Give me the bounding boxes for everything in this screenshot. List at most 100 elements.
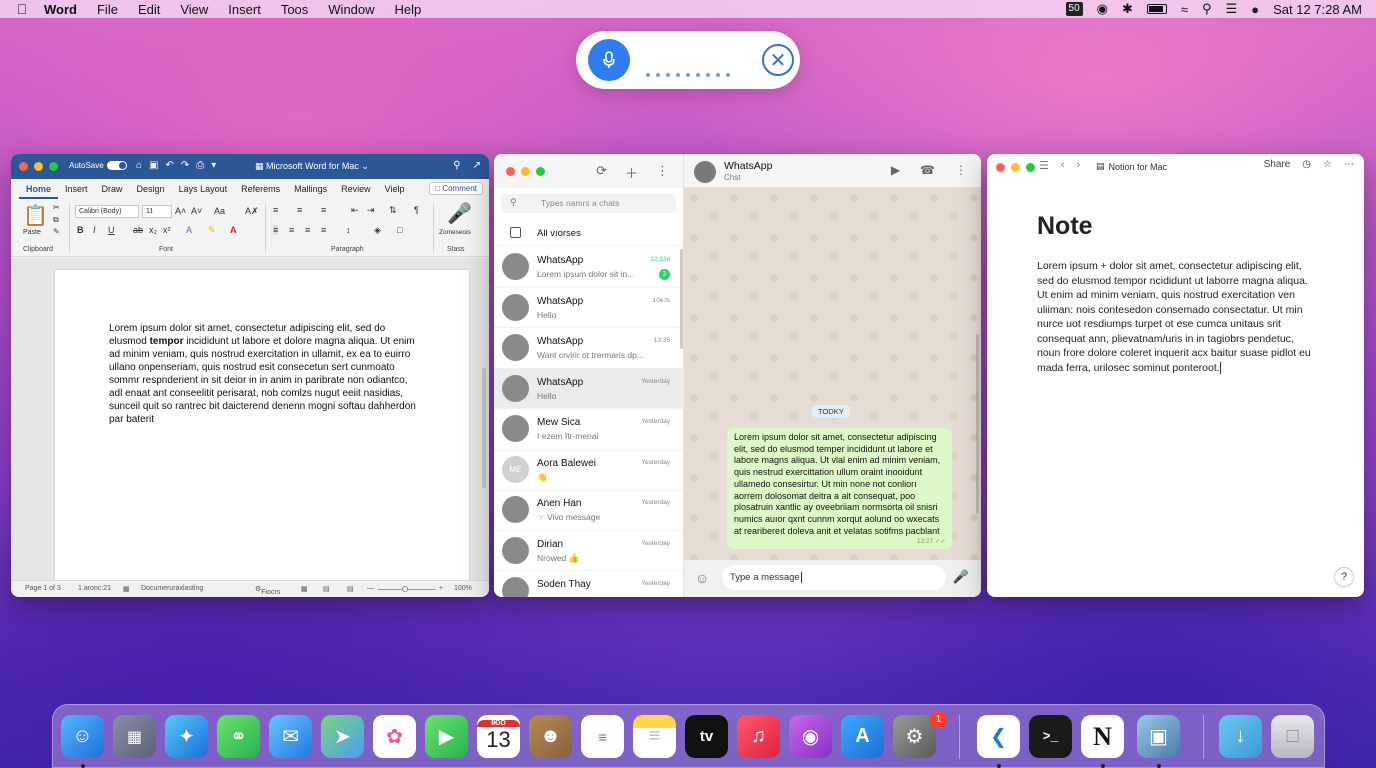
control-center-icon[interactable]: ☰ — [1226, 1, 1238, 17]
zoom-out-button[interactable]: — — [367, 585, 374, 592]
increase-indent-icon[interactable]: ⇥ — [367, 205, 375, 216]
message-input[interactable]: Type a message — [722, 565, 946, 590]
shading-icon[interactable]: ◈ — [374, 225, 381, 236]
conversation-header[interactable]: WhatsApp Chst ▶ ☎ ⋮ — [684, 154, 981, 188]
tab-draw[interactable]: Draw — [95, 179, 130, 199]
minimize-window-button[interactable] — [1011, 163, 1020, 172]
app-store-icon[interactable]: A — [841, 715, 884, 758]
battery-icon[interactable] — [1147, 4, 1167, 14]
share-icon[interactable]: ↗ — [473, 160, 481, 171]
contacts-icon[interactable]: ☻ — [529, 715, 572, 758]
zoom-in-button[interactable]: + — [439, 585, 443, 592]
customize-dropdown-icon[interactable]: ▾ — [211, 160, 216, 171]
align-left-icon[interactable]: ≡ — [273, 225, 278, 235]
status-badge[interactable]: 50 — [1066, 2, 1083, 16]
help-button[interactable]: ? — [1334, 567, 1354, 587]
read-mode-icon[interactable]: ▤ — [347, 585, 354, 593]
calendar-icon[interactable]: ІЮО 13 — [477, 715, 520, 758]
conversation-scrollbar[interactable] — [976, 334, 979, 514]
show-marks-icon[interactable]: ¶ — [414, 205, 419, 215]
autosave-switch[interactable] — [107, 161, 127, 170]
home-icon[interactable]: ⌂ — [136, 160, 142, 171]
messages-icon[interactable]: ⚭ — [217, 715, 260, 758]
more-options-icon[interactable]: ⋮ — [955, 163, 967, 177]
document-title[interactable]: ▦ Microsoft Word for Mac ⌄ — [255, 161, 369, 172]
terminal-icon[interactable]: >_ — [1029, 715, 1072, 758]
increase-font-icon[interactable]: A˄ — [175, 206, 186, 216]
autosave-toggle[interactable]: AutoSave — [69, 161, 127, 170]
document-body-text[interactable]: Lorem ipsum dolor sit amet, consectetur … — [109, 322, 419, 426]
redo-icon[interactable]: ↷ — [181, 160, 189, 171]
underline-button[interactable]: U — [108, 225, 115, 235]
wifi-icon[interactable]: ≈ — [1181, 2, 1188, 17]
align-right-icon[interactable]: ≡ — [305, 225, 310, 235]
decrease-indent-icon[interactable]: ⇤ — [351, 205, 359, 216]
page-count[interactable]: Page 1 of 3 — [25, 585, 61, 592]
updates-clock-icon[interactable]: ◷ — [1302, 159, 1311, 170]
photos-icon[interactable]: ✿ — [373, 715, 416, 758]
emoji-icon[interactable]: ☺ — [695, 570, 709, 586]
menu-edit[interactable]: Edit — [128, 2, 170, 17]
reminders-icon[interactable]: ≡ — [581, 715, 624, 758]
chat-list-item[interactable]: Mew SicaI ezem Itr-menaiYesterday — [494, 409, 684, 450]
line-spacing-icon[interactable]: ↕ — [346, 225, 351, 235]
menu-help[interactable]: Help — [385, 2, 432, 17]
share-button[interactable]: Share — [1264, 159, 1291, 170]
safari-icon[interactable]: ✦ — [165, 715, 208, 758]
cut-icon[interactable]: ✂ — [53, 203, 60, 212]
tab-design[interactable]: Design — [130, 179, 172, 199]
change-case-icon[interactable]: Aa — [214, 206, 225, 216]
chat-list-item[interactable]: DirianNrowed 👍Yesterday — [494, 531, 684, 572]
menubar-clock[interactable]: Sat 12 7:28 AM — [1273, 2, 1362, 17]
refresh-icon[interactable]: ⟳ — [596, 163, 607, 182]
outgoing-message-bubble[interactable]: Lorem ipsum dolor sit amet, consectetur … — [727, 428, 952, 549]
chat-list-item[interactable]: WhatsAppHello10e:ls — [494, 288, 684, 329]
font-color-icon[interactable]: A — [230, 225, 237, 235]
vscode-icon[interactable]: ❮ — [977, 715, 1020, 758]
apple-menu-icon[interactable]:  — [0, 1, 44, 17]
archived-chats-row[interactable]: All vıorses — [494, 222, 684, 246]
notion-breadcrumb[interactable]: ▤ Notion for Mac — [1096, 161, 1167, 172]
print-layout-view-icon[interactable]: ▦ — [301, 585, 308, 593]
menu-view[interactable]: View — [170, 2, 218, 17]
undo-icon[interactable]: ↶ — [166, 160, 174, 171]
zoom-slider-thumb[interactable] — [402, 586, 408, 592]
close-window-button[interactable] — [19, 162, 28, 171]
copy-icon[interactable]: ⧉ — [53, 215, 59, 225]
page-title[interactable]: Note — [1037, 212, 1093, 241]
font-size-select[interactable]: 11 — [142, 205, 172, 218]
chat-list-item[interactable]: Soden ThayYesterday — [494, 571, 684, 597]
bold-button[interactable]: B — [77, 225, 84, 235]
mail-icon[interactable]: ✉ — [269, 715, 312, 758]
sort-icon[interactable]: ⇅ — [389, 205, 397, 216]
borders-icon[interactable]: □ — [397, 225, 402, 235]
sidebar-toggle-icon[interactable]: ☰ — [1039, 159, 1049, 172]
document-page[interactable]: Lorem ipsum dolor sit amet, consectetur … — [55, 270, 469, 590]
podcasts-icon[interactable]: ◉ — [789, 715, 832, 758]
favorite-star-icon[interactable]: ☆ — [1323, 159, 1332, 170]
zoom-level[interactable]: 100% — [454, 585, 472, 592]
word-count[interactable]: 1 aronc:21 — [78, 585, 111, 592]
sidebar-scrollbar[interactable] — [680, 249, 683, 349]
maps-icon[interactable]: ➤ — [321, 715, 364, 758]
voice-message-icon[interactable]: 🎤 — [953, 569, 969, 585]
app-menu[interactable]: Word — [44, 2, 87, 17]
forward-arrow-icon[interactable]: › — [1077, 159, 1081, 172]
decrease-font-icon[interactable]: A˅ — [191, 206, 202, 216]
multilevel-list-icon[interactable]: ≡ — [321, 205, 326, 215]
page-body-text[interactable]: Lorem ipsum + dolor sit amet, consectetu… — [1037, 259, 1317, 375]
zoom-window-button[interactable] — [536, 167, 545, 176]
bluetooth-icon[interactable]: ✱ — [1122, 1, 1133, 17]
menu-window[interactable]: Window — [318, 2, 384, 17]
justify-icon[interactable]: ≡ — [321, 225, 326, 235]
proofing-icon[interactable]: ▦ — [123, 585, 130, 593]
paste-button[interactable]: Paste — [23, 229, 41, 236]
screen-record-icon[interactable]: ◉ — [1097, 1, 1108, 17]
numbering-icon[interactable]: ≡ — [297, 205, 302, 215]
minimize-window-button[interactable] — [34, 162, 43, 171]
tab-view[interactable]: Vielp — [378, 179, 412, 199]
menu-tools[interactable]: Toos — [271, 2, 318, 17]
vertical-scrollbar[interactable] — [482, 368, 486, 488]
print-icon[interactable]: ⎙ — [196, 160, 204, 171]
menu-file[interactable]: File — [87, 2, 128, 17]
